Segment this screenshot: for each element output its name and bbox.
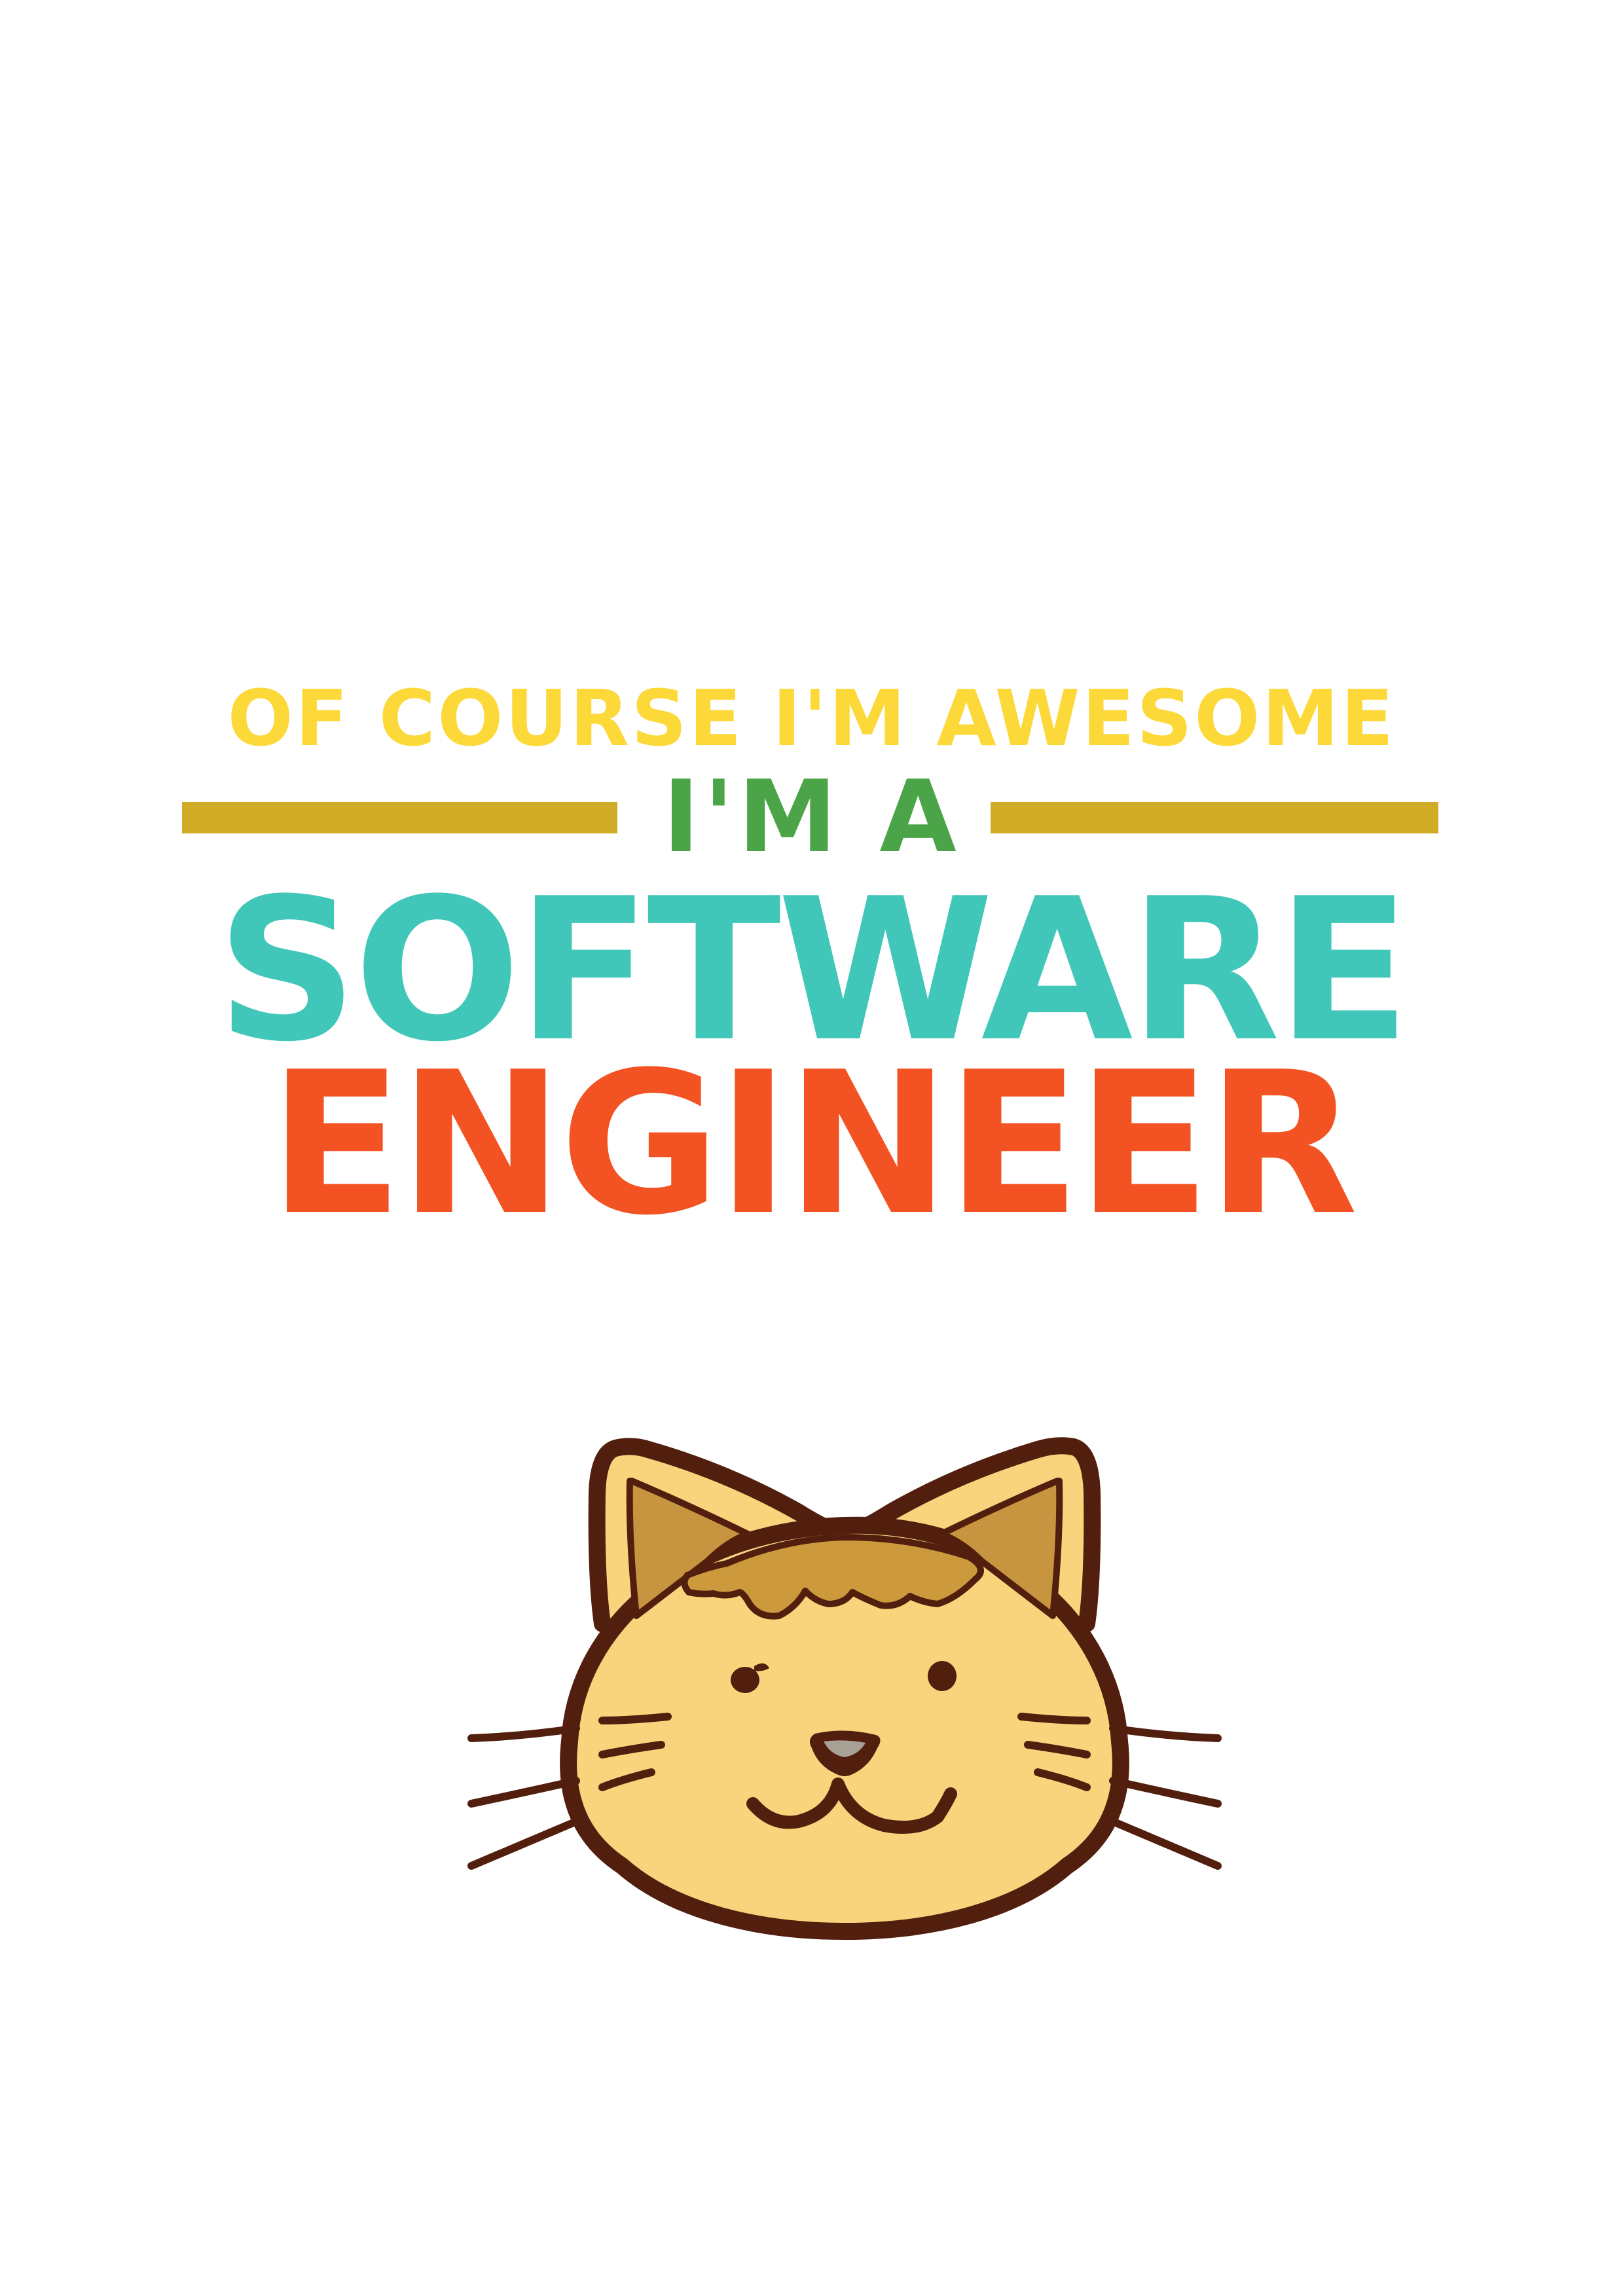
right-divider-rule [991, 802, 1438, 833]
poster: { "poster": { "line1": "OF COURSE I'M AW… [0, 0, 1623, 2296]
cat-right-eye [928, 1661, 957, 1691]
tagline-text: OF COURSE I'M AWESOME [227, 673, 1396, 763]
cat-face-icon [467, 1437, 1222, 1940]
headline-engineer: ENGINEER [268, 1030, 1359, 1258]
